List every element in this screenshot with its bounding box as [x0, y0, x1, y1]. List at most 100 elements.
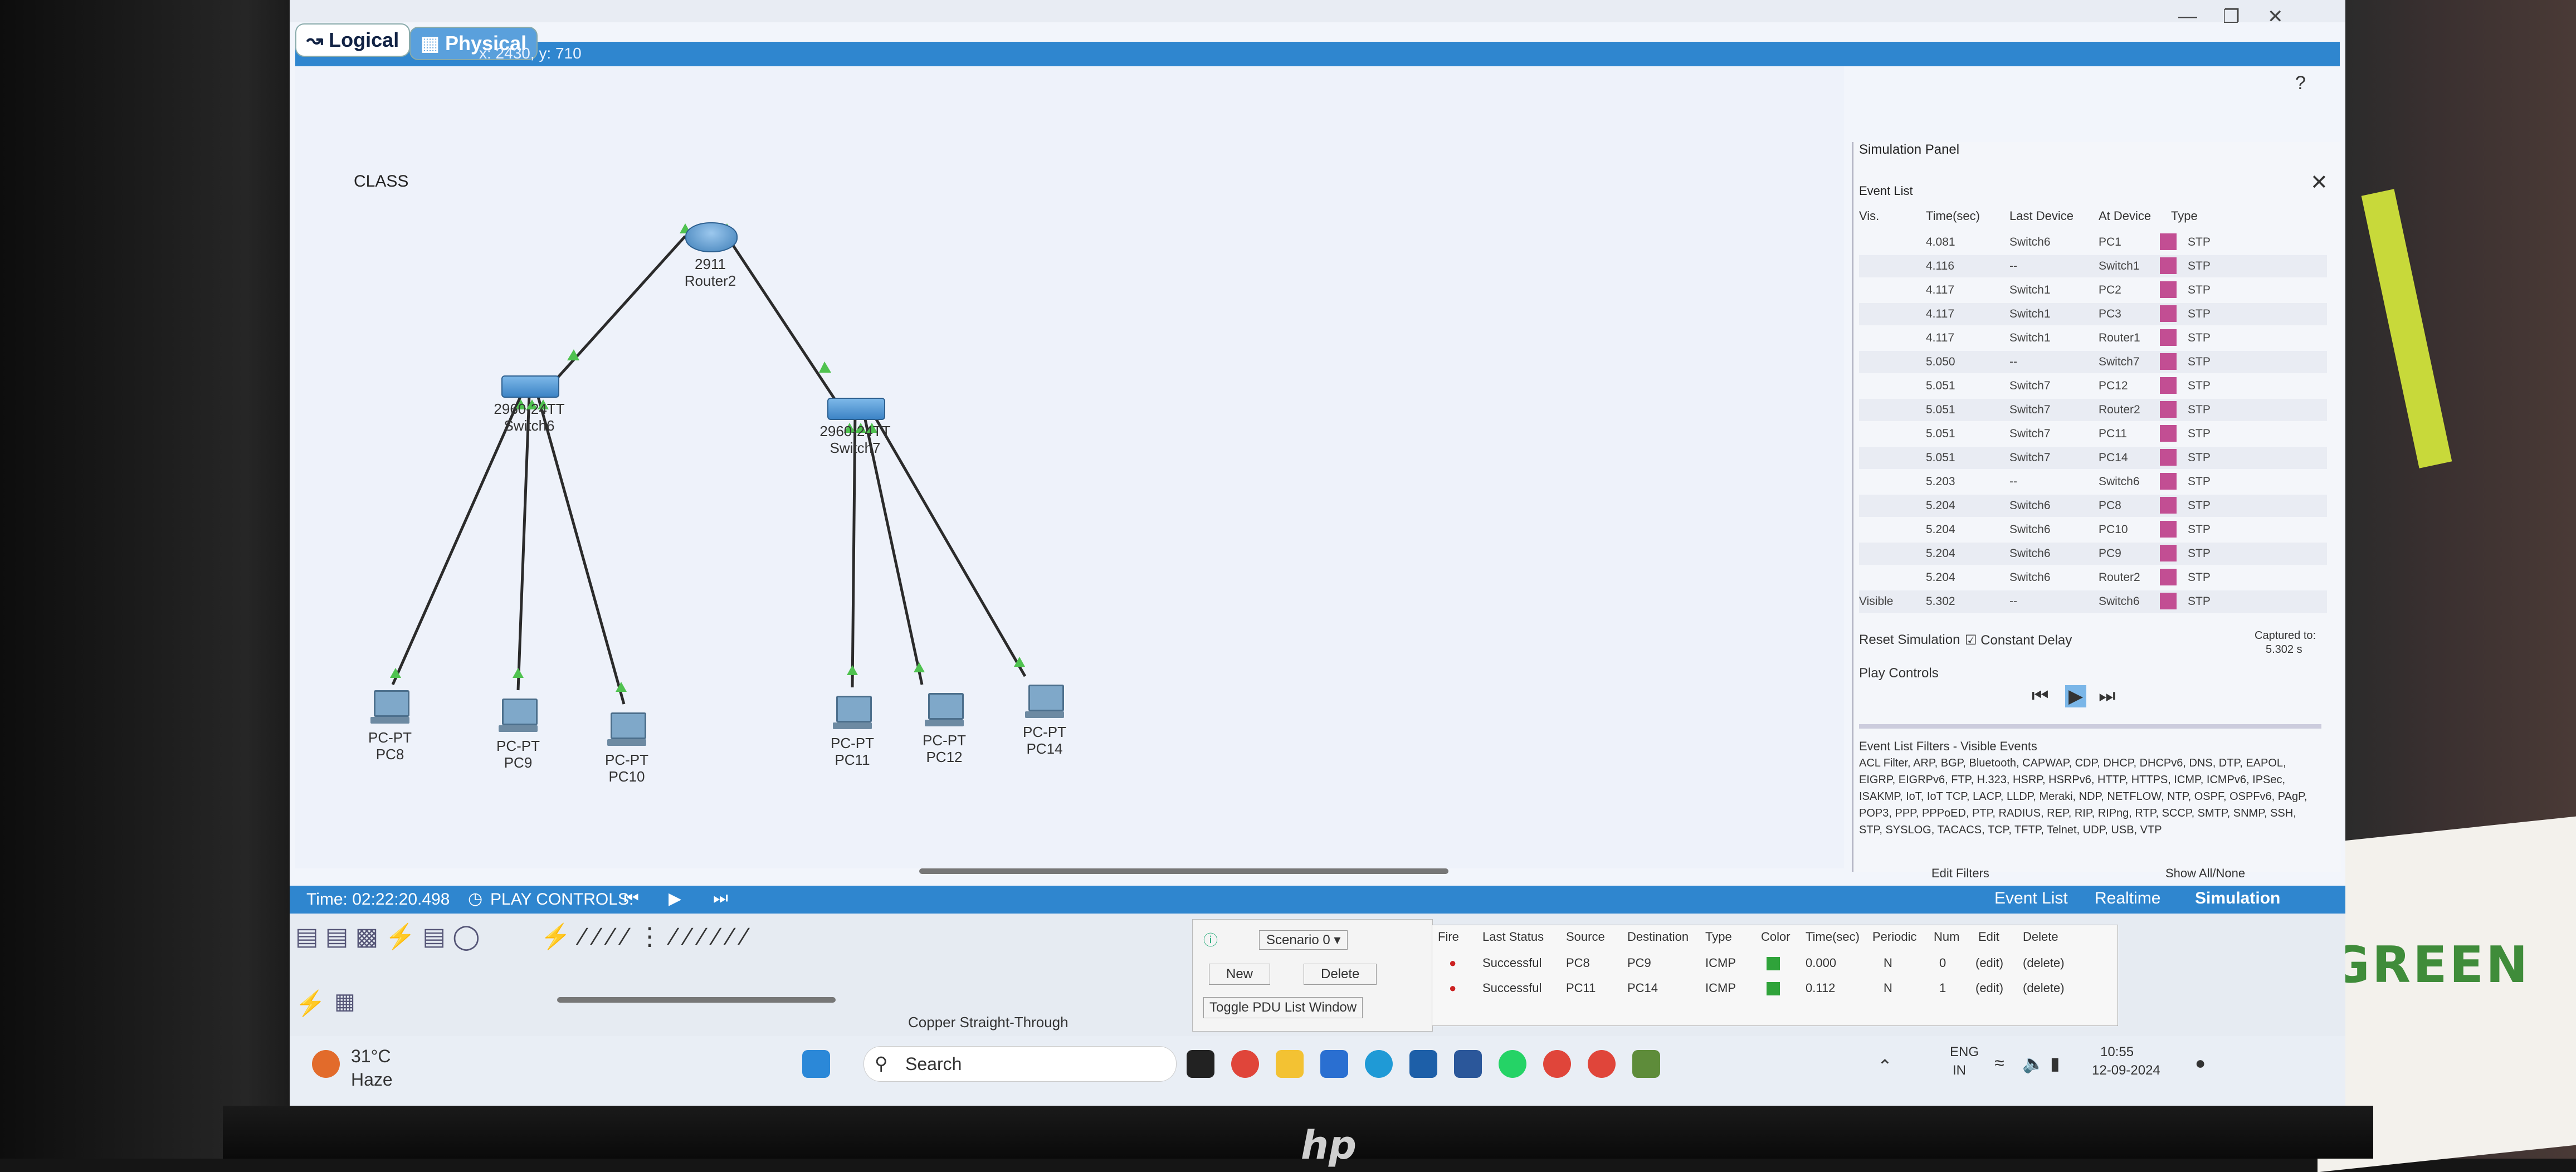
maximize-icon[interactable]: ❐ [2223, 6, 2240, 28]
event-vis: Visible [1859, 595, 1894, 608]
chrome-icon[interactable] [1543, 1050, 1571, 1078]
play-icon[interactable]: ▶ [669, 889, 681, 909]
back-icon[interactable]: ⏮ [2032, 685, 2049, 707]
whatsapp-icon[interactable] [1499, 1050, 1526, 1078]
weather-temp: 31°C [351, 1046, 391, 1066]
pdu-delete[interactable]: (delete) [2023, 981, 2065, 995]
task-view-icon[interactable] [1187, 1050, 1214, 1078]
event-list-button[interactable]: Event List [1994, 889, 2068, 908]
toolbar-scrollbar[interactable] [557, 997, 836, 1003]
battery-icon[interactable]: ▮ [2050, 1053, 2060, 1074]
event-row[interactable]: 5.051 Switch7 PC12 STP [1859, 375, 2327, 397]
edit-filters-button[interactable]: Edit Filters [1931, 866, 1989, 881]
logical-workspace[interactable]: CLASS 2911 Router2 2960-24TT Switch6 296… [295, 66, 1844, 874]
realtime-button[interactable]: Realtime [2095, 889, 2160, 908]
device-category-icons[interactable]: ▤ ▤ ▩ ⚡ ▤ ◯ [295, 922, 480, 951]
pc-icon[interactable] [1025, 685, 1064, 718]
minimize-icon[interactable]: — [2178, 6, 2197, 27]
event-time: 5.051 [1926, 451, 1955, 464]
fire-icon[interactable]: ● [1449, 956, 1456, 970]
tab-logical[interactable]: ↝ Logical [295, 23, 411, 57]
event-row[interactable]: 4.117 Switch1 PC2 STP [1859, 279, 2327, 301]
event-row[interactable]: 5.051 Switch7 PC11 STP [1859, 423, 2327, 445]
info-icon[interactable]: ⓘ [1203, 929, 1218, 950]
connections-category-icon[interactable]: ⚡ [295, 989, 326, 1018]
simulation-button[interactable]: Simulation [2195, 889, 2280, 908]
router-icon[interactable] [685, 222, 738, 252]
connection-type-icons[interactable]: ⚡∕∕∕∕⋮∕∕∕∕∕∕ [540, 922, 757, 951]
notification-icon[interactable]: ● [2195, 1053, 2206, 1073]
edge-icon[interactable] [1365, 1050, 1393, 1078]
reset-simulation-button[interactable]: Reset Simulation [1859, 632, 1960, 648]
close-panel-icon[interactable]: ✕ [2310, 170, 2328, 195]
language-code[interactable]: ENG [1950, 1044, 1979, 1060]
pc-icon[interactable] [925, 693, 964, 726]
switch-icon[interactable] [501, 375, 559, 398]
event-time: 5.204 [1926, 499, 1955, 512]
toggle-pdu-list-button[interactable]: Toggle PDU List Window [1203, 997, 1363, 1018]
pc-icon[interactable] [370, 690, 409, 724]
event-type: STP [2188, 451, 2211, 464]
delete-pdu-button[interactable]: Delete [1304, 964, 1377, 985]
pc-icon[interactable] [833, 696, 872, 729]
horizontal-scrollbar[interactable] [919, 868, 1448, 874]
show-all-none-button[interactable]: Show All/None [2165, 866, 2245, 881]
event-row[interactable]: 5.050 -- Switch7 STP [1859, 351, 2327, 373]
chrome-icon[interactable] [1231, 1050, 1259, 1078]
pdu-edit[interactable]: (edit) [1975, 956, 2003, 970]
constant-delay-checkbox[interactable]: ☑ Constant Delay [1965, 632, 2072, 648]
event-at: PC1 [2099, 236, 2121, 248]
switch-icon[interactable] [827, 398, 885, 420]
pdu-color-swatch [1767, 982, 1780, 995]
pdu-delete[interactable]: (delete) [2023, 956, 2065, 970]
word-icon[interactable] [1454, 1050, 1482, 1078]
event-row[interactable]: 4.081 Switch6 PC1 STP [1859, 231, 2327, 253]
play-icon[interactable]: ▶ [2065, 685, 2087, 707]
event-last: Switch1 [2009, 307, 2051, 320]
event-time: 5.051 [1926, 379, 1955, 392]
forward-icon[interactable]: ⏭ [2099, 685, 2116, 707]
volume-icon[interactable]: 🔈 [2022, 1053, 2045, 1074]
weather-icon[interactable] [312, 1050, 340, 1078]
event-time: 5.051 [1926, 427, 1955, 440]
start-icon[interactable] [802, 1050, 830, 1078]
event-color-swatch [2160, 593, 2177, 609]
app-icon[interactable] [1409, 1050, 1437, 1078]
new-pdu-button[interactable]: New [1209, 964, 1271, 985]
speed-slider[interactable] [1859, 724, 2321, 729]
grid-icon[interactable]: ▦ [334, 989, 355, 1014]
file-explorer-icon[interactable] [1276, 1050, 1304, 1078]
help-icon[interactable]: ? [2295, 72, 2306, 94]
event-row[interactable]: 5.204 Switch6 PC9 STP [1859, 543, 2327, 565]
pc-icon[interactable] [607, 712, 646, 746]
pc12-label: PC-PT PC12 [923, 732, 966, 765]
close-icon[interactable]: ✕ [2267, 6, 2284, 28]
fire-icon[interactable]: ● [1449, 981, 1456, 995]
link-status-up-icon [847, 665, 858, 675]
event-row[interactable]: 5.204 Switch6 Router2 STP [1859, 567, 2327, 589]
packet-tracer-icon[interactable] [1632, 1050, 1660, 1078]
clock-time[interactable]: 10:55 [2100, 1044, 2134, 1060]
search-icon: ⚲ [875, 1053, 888, 1073]
event-row[interactable]: 4.117 Switch1 PC3 STP [1859, 303, 2327, 325]
event-row[interactable]: 4.116 -- Switch1 STP [1859, 255, 2327, 277]
laptop-bezel-left [0, 0, 290, 1159]
pc-icon[interactable] [499, 699, 538, 732]
wifi-icon[interactable]: ≈ [1994, 1053, 2004, 1073]
scenario-select[interactable]: Scenario 0 ▾ [1259, 930, 1348, 950]
event-row[interactable]: 5.051 Switch7 PC14 STP [1859, 447, 2327, 469]
pdu-periodic: N [1884, 956, 1892, 970]
chevron-up-icon[interactable]: ⌃ [1877, 1056, 1892, 1077]
forward-icon[interactable]: ⏭ [713, 889, 728, 908]
store-icon[interactable] [1320, 1050, 1348, 1078]
event-row[interactable]: Visible 5.302 -- Switch6 STP [1859, 590, 2327, 613]
event-color-swatch [2160, 305, 2177, 322]
event-row[interactable]: 5.051 Switch7 Router2 STP [1859, 399, 2327, 421]
chrome-icon[interactable] [1588, 1050, 1616, 1078]
pdu-edit[interactable]: (edit) [1975, 981, 2003, 995]
event-row[interactable]: 5.204 Switch6 PC10 STP [1859, 519, 2327, 541]
event-row[interactable]: 5.204 Switch6 PC8 STP [1859, 495, 2327, 517]
event-row[interactable]: 5.203 -- Switch6 STP [1859, 471, 2327, 493]
event-row[interactable]: 4.117 Switch1 Router1 STP [1859, 327, 2327, 349]
back-icon[interactable]: ⏮ [624, 889, 639, 908]
